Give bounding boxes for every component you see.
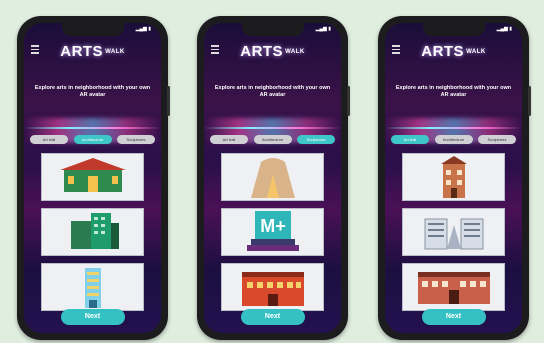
app-logo: ARTS WALK: [240, 43, 305, 60]
neon-streak: [204, 127, 341, 129]
card-building[interactable]: [402, 153, 505, 201]
tower-building-icon: [84, 268, 101, 308]
pagoda-building-icon: [59, 158, 126, 192]
m-plus-icon: M+: [246, 211, 299, 251]
app-logo: ARTS WALK: [421, 43, 486, 60]
app-screen: ▂▄▆ ▮ ARTS WALK Explore arts in neighborh…: [24, 23, 161, 333]
category-chips: Art trail Architecture Sculptures: [30, 135, 155, 144]
chip-art-trail[interactable]: Art trail: [210, 135, 248, 144]
green-building-icon: [70, 213, 119, 249]
neon-streak: [24, 127, 161, 129]
card-building[interactable]: [221, 263, 324, 311]
card-list: [402, 153, 505, 318]
card-building[interactable]: M+: [221, 208, 324, 256]
chip-architecture[interactable]: Architecture: [434, 135, 473, 144]
card-building[interactable]: [41, 153, 144, 201]
long-building-icon: [417, 272, 490, 304]
svg-text:M+: M+: [260, 216, 286, 236]
side-button: [347, 86, 350, 116]
chip-sculptures[interactable]: Sculptures: [117, 135, 155, 144]
notch: [241, 23, 304, 36]
phone-2: ▂▄▆ ▮ ARTS WALK Explore arts in neighborh…: [197, 16, 350, 340]
tagline: Explore arts in neighborhood with your o…: [395, 85, 512, 98]
chip-architecture[interactable]: Architecture: [253, 135, 292, 144]
category-chips: Art trail Architecture Sculptures: [210, 135, 335, 144]
card-list: [41, 153, 144, 318]
side-button: [167, 86, 170, 116]
chip-sculptures[interactable]: Sculptures: [297, 135, 335, 144]
chip-art-trail[interactable]: Art trail: [391, 135, 429, 144]
modern-building-icon: [424, 218, 483, 250]
status-icons: ▂▄▆ ▮: [315, 26, 331, 32]
app-screen: ▂▄▆ ▮ ARTS WALK Explore arts in neighborh…: [204, 23, 341, 333]
notch: [422, 23, 485, 36]
app-screen: ▂▄▆ ▮ ARTS WALK Explore arts in neighborh…: [385, 23, 522, 333]
tagline: Explore arts in neighborhood with your o…: [34, 85, 151, 98]
phone-3: ▂▄▆ ▮ ARTS WALK Explore arts in neighborh…: [378, 16, 531, 340]
card-building[interactable]: [402, 208, 505, 256]
category-chips: Art trail Architecture Sculptures: [391, 135, 516, 144]
clock-tower-icon: [440, 156, 467, 198]
chip-architecture[interactable]: Architecture: [73, 135, 112, 144]
next-button[interactable]: Next: [240, 309, 305, 325]
notch: [61, 23, 124, 36]
phone-1: ▂▄▆ ▮ ARTS WALK Explore arts in neighborh…: [17, 16, 170, 340]
next-button[interactable]: Next: [60, 309, 125, 325]
card-building[interactable]: [221, 153, 324, 201]
red-building-icon: [241, 272, 304, 306]
status-icons: ▂▄▆ ▮: [496, 26, 512, 32]
status-icons: ▂▄▆ ▮: [135, 26, 151, 32]
chip-sculptures[interactable]: Sculptures: [478, 135, 516, 144]
dome-icon: [250, 158, 295, 198]
app-logo: ARTS WALK: [60, 43, 125, 60]
neon-streak: [385, 127, 522, 129]
chip-art-trail[interactable]: Art trail: [30, 135, 68, 144]
next-button[interactable]: Next: [421, 309, 486, 325]
card-building[interactable]: [41, 208, 144, 256]
card-building[interactable]: [402, 263, 505, 311]
card-list: M+: [221, 153, 324, 318]
card-building[interactable]: [41, 263, 144, 311]
side-button: [528, 86, 531, 116]
tagline: Explore arts in neighborhood with your o…: [214, 85, 331, 98]
